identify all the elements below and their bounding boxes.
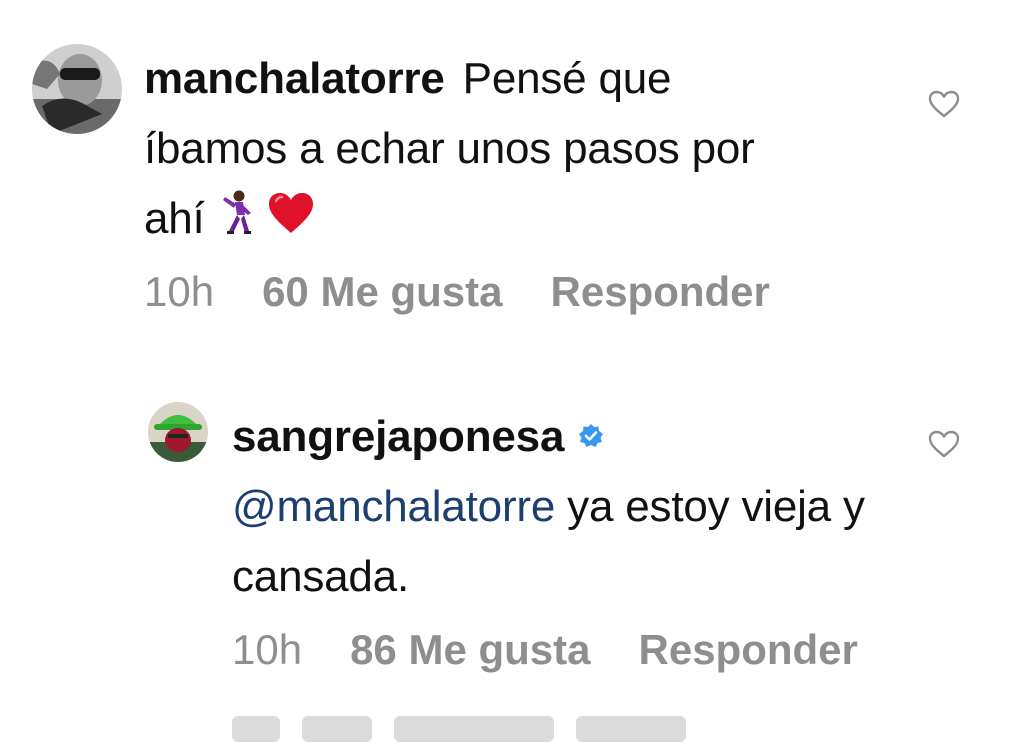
dancing-man-emoji [215, 186, 257, 256]
comment-meta: 10h 86 Me gusta Responder [232, 620, 972, 680]
cut-off-text [394, 716, 554, 742]
next-comment-cut-off [232, 716, 686, 746]
reply-comment: sangrejaponesa @manchalatorre ya estoy v… [148, 402, 972, 680]
comment-body: sangrejaponesa @manchalatorre ya estoy v… [232, 402, 972, 680]
username[interactable]: sangrejaponesa [232, 412, 564, 461]
cut-off-text [576, 716, 686, 742]
comment-body: manchalatorre Pensé que íbamos a echar u… [144, 44, 972, 322]
avatar[interactable] [32, 44, 122, 134]
likes-count[interactable]: 60 Me gusta [262, 268, 502, 316]
reply-button[interactable]: Responder [639, 626, 858, 674]
likes-count[interactable]: 86 Me gusta [350, 626, 590, 674]
reply-button[interactable]: Responder [551, 268, 770, 316]
avatar-photo [32, 44, 122, 134]
like-heart-icon[interactable] [928, 430, 960, 463]
avatar-photo [148, 402, 208, 462]
cut-off-text [232, 716, 280, 742]
timestamp: 10h [144, 268, 215, 316]
red-heart-emoji [267, 186, 315, 256]
cut-off-text [302, 716, 372, 742]
timestamp: 10h [232, 626, 303, 673]
comment-meta: 10h 60 Me gusta Responder [144, 262, 972, 322]
verified-badge-icon [578, 400, 604, 470]
mention-link[interactable]: @manchalatorre [232, 482, 555, 531]
avatar[interactable] [148, 402, 208, 462]
username[interactable]: manchalatorre [144, 54, 445, 103]
like-heart-icon[interactable] [928, 90, 960, 123]
comment: manchalatorre Pensé que íbamos a echar u… [32, 44, 972, 322]
comment-text-block: sangrejaponesa @manchalatorre ya estoy v… [232, 402, 872, 612]
comment-text-block: manchalatorre Pensé que íbamos a echar u… [144, 44, 824, 256]
